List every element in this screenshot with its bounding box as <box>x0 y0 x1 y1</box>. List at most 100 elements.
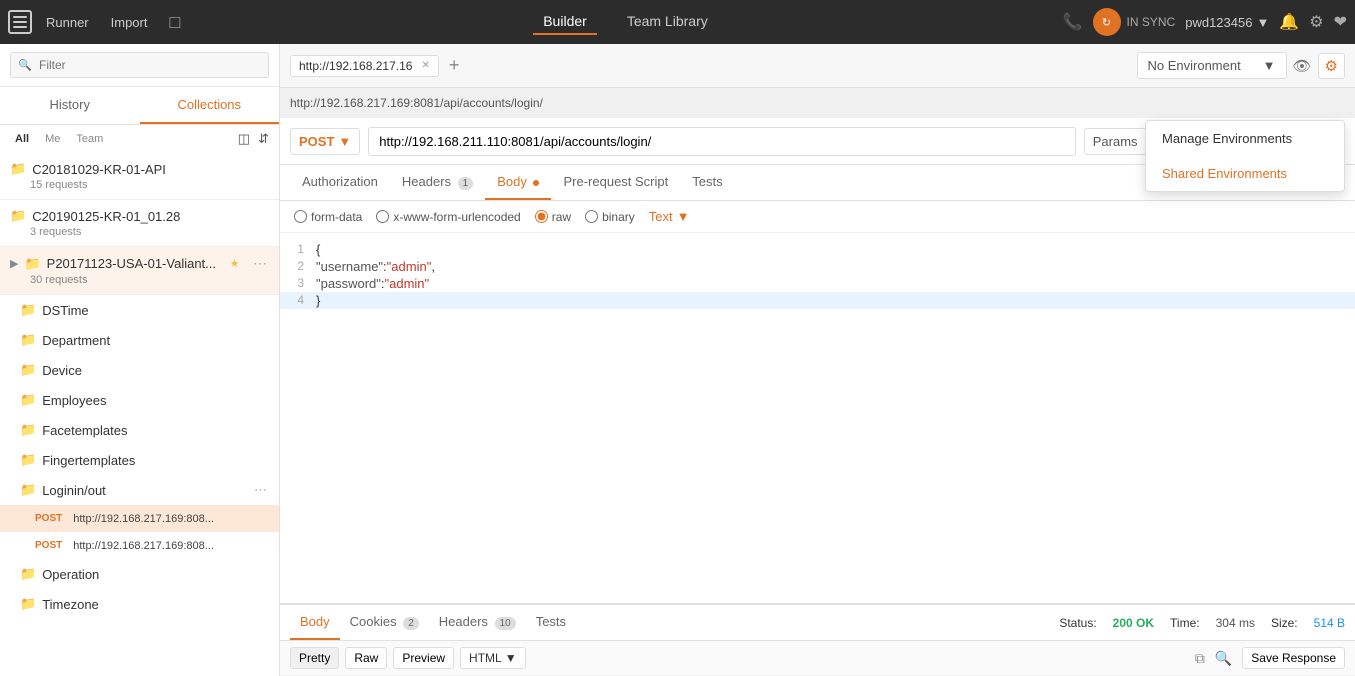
col-header: 📁 C20190125-KR-01_01.28 <box>10 208 267 224</box>
env-dropdown[interactable]: No Environment ▼ <box>1137 52 1287 79</box>
phone-icon[interactable]: 📞 <box>1063 12 1083 32</box>
resp-tab-tests[interactable]: Tests <box>526 605 576 640</box>
shared-environments-item[interactable]: Shared Environments <box>1146 156 1344 191</box>
tab-body[interactable]: Body <box>485 165 551 200</box>
manage-environments-item[interactable]: Manage Environments <box>1146 121 1344 156</box>
col-count: 30 requests <box>10 274 267 286</box>
list-item[interactable]: 📁 Loginin/out ⋯ <box>0 475 279 505</box>
user-menu[interactable]: pwd123456 ▼ <box>1185 15 1269 30</box>
col-header: ▶ 📁 P20171123-USA-01-Valiant... ★ ⋯ <box>10 255 267 272</box>
sidebar-search-area: 🔍 <box>0 44 279 87</box>
pretty-btn[interactable]: Pretty <box>290 647 339 669</box>
status-ok: 200 OK <box>1113 616 1154 630</box>
line-content: { <box>316 242 320 257</box>
tab-url-label: http://192.168.217.16 <box>299 59 412 73</box>
folder-icon: 📁 <box>20 392 36 408</box>
save-response-btn[interactable]: Save Response <box>1242 647 1345 669</box>
tab-pre-request[interactable]: Pre-request Script <box>551 165 680 200</box>
form-data-option[interactable]: form-data <box>294 210 362 224</box>
env-settings-icon[interactable]: ⚙ <box>1318 53 1345 79</box>
urlencoded-option[interactable]: x-www-form-urlencoded <box>376 210 520 224</box>
more-btn[interactable]: ⋯ <box>253 255 267 272</box>
tab-history[interactable]: History <box>0 87 140 124</box>
text-type-button[interactable]: Text ▼ <box>649 209 690 224</box>
eye-icon[interactable]: 👁 <box>1293 57 1312 75</box>
response-toolbar: Pretty Raw Preview HTML ▼ ⧉ 🔍 Save Respo… <box>280 641 1355 676</box>
sub-item-active[interactable]: POST http://192.168.217.169:808... <box>0 505 279 532</box>
folder-icon: 📁 <box>10 208 26 224</box>
tab-team-library[interactable]: Team Library <box>617 9 718 35</box>
filter-team[interactable]: Team <box>71 131 108 147</box>
list-item[interactable]: 📁 Timezone <box>0 589 279 619</box>
topbar-center-tabs: Builder Team Library <box>194 9 1056 35</box>
resp-tab-headers[interactable]: Headers 10 <box>429 605 526 640</box>
expand-icon[interactable]: ⧉ <box>1195 647 1205 669</box>
request-tab[interactable]: http://192.168.217.16 ✕ <box>290 55 439 77</box>
search-resp-icon[interactable]: 🔍 <box>1215 647 1232 669</box>
raw-btn[interactable]: Raw <box>345 647 387 669</box>
sub-item[interactable]: POST http://192.168.217.169:808... <box>0 532 279 559</box>
code-editor[interactable]: 1 { 2 "username":"admin", 3 "password":"… <box>280 233 1355 603</box>
preview-btn[interactable]: Preview <box>393 647 454 669</box>
line-content: "username":"admin", <box>316 259 435 274</box>
collection-item[interactable]: 📁 C20190125-KR-01_01.28 3 requests <box>0 200 279 247</box>
tab-collections[interactable]: Collections <box>140 87 280 124</box>
import-button[interactable]: Import <box>103 11 156 34</box>
filter-all[interactable]: All <box>10 131 34 147</box>
list-item[interactable]: 📁 DSTime <box>0 295 279 325</box>
user-label: pwd123456 <box>1185 15 1252 30</box>
search-input[interactable] <box>10 52 269 78</box>
sort-icon[interactable]: ⇵ <box>258 131 269 147</box>
collection-item-selected[interactable]: ▶ 📁 P20171123-USA-01-Valiant... ★ ⋯ 30 r… <box>0 247 279 295</box>
col-name: C20181029-KR-01-API <box>32 162 166 177</box>
col-header: 📁 C20181029-KR-01-API <box>10 161 267 177</box>
cookies-badge: 2 <box>403 617 419 630</box>
line-num: 3 <box>280 276 316 291</box>
folder-name: Employees <box>42 393 106 408</box>
sub-item-url: http://192.168.217.169:808... <box>73 540 214 552</box>
tab-builder[interactable]: Builder <box>533 9 597 35</box>
tab-headers[interactable]: Headers 1 <box>390 165 485 200</box>
format-select[interactable]: HTML ▼ <box>460 647 526 669</box>
list-item[interactable]: 📁 Operation <box>0 559 279 589</box>
bell-icon[interactable]: 🔔 <box>1279 12 1299 32</box>
resp-status-info: Status: 200 OK Time: 304 ms Size: 514 B <box>1059 616 1345 630</box>
add-tab-button[interactable]: + <box>445 55 464 76</box>
folder-more-btn[interactable]: ⋯ <box>254 482 267 498</box>
filter-me[interactable]: Me <box>40 131 65 147</box>
env-controls: No Environment ▼ 👁 ⚙ <box>1137 52 1346 79</box>
params-button[interactable]: Params <box>1084 128 1147 155</box>
line-num: 2 <box>280 259 316 274</box>
sidebar: 🔍 History Collections All Me Team ◫ ⇵ 📁 … <box>0 44 280 676</box>
folder-name: Timezone <box>42 597 99 612</box>
collection-item[interactable]: 📁 C20181029-KR-01-API 15 requests <box>0 153 279 200</box>
resp-tab-body[interactable]: Body <box>290 605 340 640</box>
status-label: Status: <box>1059 616 1096 630</box>
expand-btn[interactable]: ▶ <box>10 257 18 270</box>
resp-tab-cookies[interactable]: Cookies 2 <box>340 605 429 640</box>
tab-tests[interactable]: Tests <box>680 165 734 200</box>
topbar: Runner Import □ Builder Team Library 📞 ↻… <box>0 0 1355 44</box>
tab-close-icon[interactable]: ✕ <box>421 60 429 71</box>
folder-name: Facetemplates <box>42 423 127 438</box>
settings-icon[interactable]: ⚙ <box>1309 12 1323 32</box>
binary-option[interactable]: binary <box>585 210 635 224</box>
search-icon: 🔍 <box>18 59 32 72</box>
list-item[interactable]: 📁 Employees <box>0 385 279 415</box>
new-collection-icon[interactable]: ◫ <box>238 131 250 147</box>
list-item[interactable]: 📁 Department <box>0 325 279 355</box>
list-item[interactable]: 📁 Fingertemplates <box>0 445 279 475</box>
tab-authorization[interactable]: Authorization <box>290 165 390 200</box>
list-item[interactable]: 📁 Facetemplates <box>0 415 279 445</box>
sidebar-toggle[interactable] <box>8 10 32 34</box>
url-tab-bar: http://192.168.217.16 ✕ + No Environment… <box>280 44 1355 88</box>
star-icon: ★ <box>230 257 240 270</box>
new-tab-button[interactable]: □ <box>161 8 188 37</box>
heart-icon[interactable]: ❤ <box>1334 12 1347 32</box>
url-input[interactable] <box>368 127 1075 156</box>
method-select[interactable]: POST ▼ <box>290 128 360 155</box>
folder-icon: 📁 <box>20 566 36 582</box>
raw-option[interactable]: raw <box>535 210 571 224</box>
list-item[interactable]: 📁 Device <box>0 355 279 385</box>
runner-button[interactable]: Runner <box>38 11 97 34</box>
